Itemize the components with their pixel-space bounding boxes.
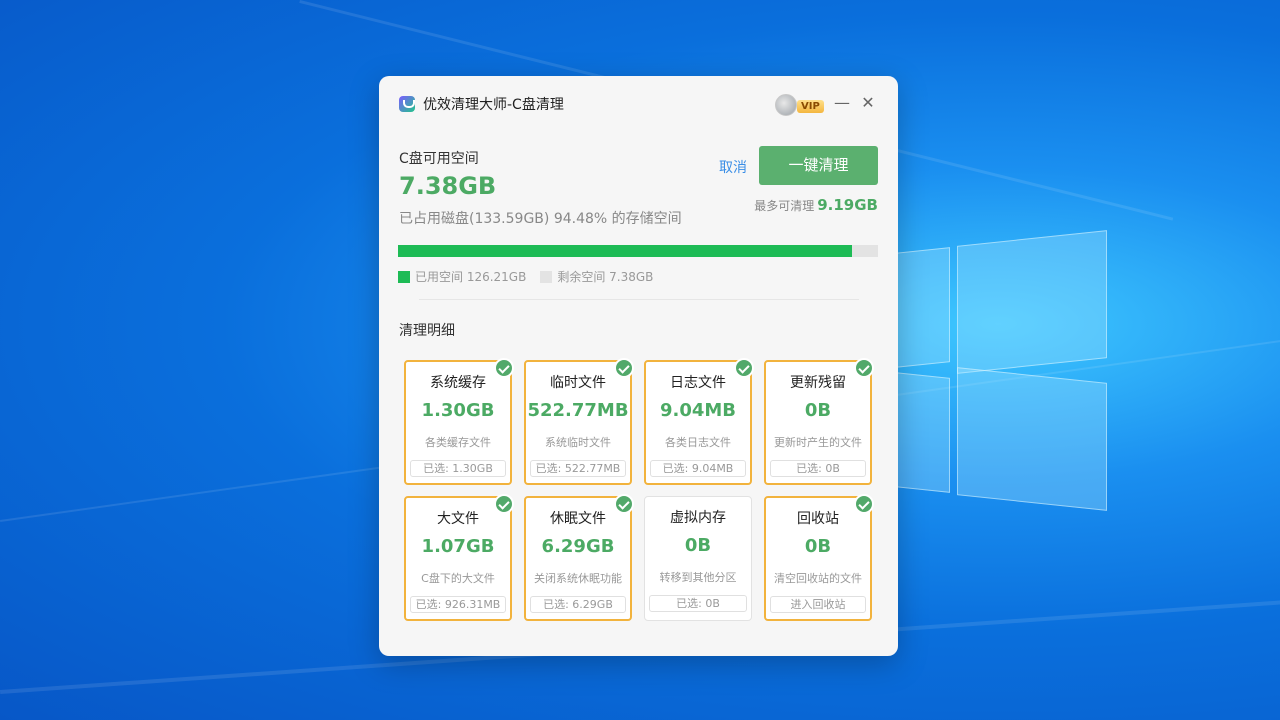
checkmark-icon[interactable] <box>494 358 514 378</box>
clean-item-size: 6.29GB <box>541 536 615 557</box>
clean-item-title: 日志文件 <box>670 375 726 391</box>
disk-usage-bar-fill <box>398 245 852 257</box>
clean-item-card[interactable]: 休眠文件 6.29GB 关闭系统休眠功能已选: 6.29GB <box>524 494 634 621</box>
clean-item-description: 各类缓存文件 <box>425 436 491 449</box>
space-label: C盘可用空间 <box>399 151 479 167</box>
clean-item-size: 1.07GB <box>421 536 495 557</box>
clean-item-selected-button[interactable]: 已选: 0B <box>649 595 747 612</box>
free-swatch <box>540 270 553 283</box>
clean-item-description: 清空回收站的文件 <box>774 572 862 585</box>
clean-item-card[interactable]: 日志文件 9.04MB 各类日志文件已选: 9.04MB <box>644 358 754 485</box>
windows-logo-icon <box>895 230 1115 520</box>
user-avatar[interactable] <box>775 94 797 116</box>
used-space-description: 已占用磁盘(133.59GB) 94.48% 的存储空间 <box>399 211 682 227</box>
max-clean-value: 9.19GB <box>817 196 878 214</box>
clean-item-title: 更新残留 <box>790 375 846 391</box>
free-space-value: 7.38GB <box>399 172 497 200</box>
clean-item-title: 系统缓存 <box>430 375 486 391</box>
details-title: 清理明细 <box>399 323 455 339</box>
clean-item-card[interactable]: 更新残留 0B 更新时产生的文件已选: 0B <box>764 358 874 485</box>
clean-item-description: 更新时产生的文件 <box>774 436 862 449</box>
clean-item-description: 关闭系统休眠功能 <box>534 572 622 585</box>
clean-item-title: 休眠文件 <box>550 511 606 527</box>
free-legend-label: 剩余空间 7.38GB <box>557 270 654 284</box>
clean-item-size: 0B <box>804 400 832 421</box>
clean-item-description: 转移到其他分区 <box>659 571 737 584</box>
clean-item-card[interactable]: 回收站 0B 清空回收站的文件进入回收站 <box>764 494 874 621</box>
clean-item-card[interactable]: 虚拟内存 0B 转移到其他分区已选: 0B <box>644 496 752 621</box>
clean-items-grid: 系统缓存 1.30GB 各类缓存文件已选: 1.30GB 临时文件 522.77MB 系统… <box>404 358 874 622</box>
divider <box>419 299 859 300</box>
clean-item-selected-button[interactable]: 已选: 926.31MB <box>410 596 506 613</box>
clean-item-size: 9.04MB <box>659 400 737 421</box>
checkmark-icon[interactable] <box>614 494 634 514</box>
title-bar: 优效清理大师-C盘清理 VIP — ✕ <box>379 76 898 132</box>
checkmark-icon[interactable] <box>494 494 514 514</box>
max-clean-info: 最多可清理 9.19GB <box>754 196 878 214</box>
checkmark-icon[interactable] <box>854 358 874 378</box>
vip-badge[interactable]: VIP <box>797 100 824 113</box>
clean-item-size: 522.77MB <box>527 400 629 421</box>
minimize-icon[interactable]: — <box>831 92 853 114</box>
clean-item-selected-button[interactable]: 已选: 1.30GB <box>410 460 506 477</box>
used-legend-label: 已用空间 126.21GB <box>415 270 527 284</box>
clean-item-size: 0B <box>804 536 832 557</box>
cancel-button[interactable]: 取消 <box>719 157 747 177</box>
disk-usage-bar <box>398 245 878 257</box>
one-click-clean-button[interactable]: 一键清理 <box>759 146 878 185</box>
clean-item-title: 大文件 <box>437 511 479 527</box>
checkmark-icon[interactable] <box>734 358 754 378</box>
clean-item-size: 1.30GB <box>421 400 495 421</box>
clean-item-selected-button[interactable]: 已选: 522.77MB <box>530 460 626 477</box>
app-logo-icon <box>399 96 415 112</box>
max-clean-label: 最多可清理 <box>754 199 815 213</box>
clean-item-card[interactable]: 临时文件 522.77MB 系统临时文件已选: 522.77MB <box>524 358 634 485</box>
disk-legend: 已用空间 126.21GB 剩余空间 7.38GB <box>398 268 653 285</box>
checkmark-icon[interactable] <box>614 358 634 378</box>
clean-item-card[interactable]: 大文件 1.07GB C盘下的大文件已选: 926.31MB <box>404 494 514 621</box>
clean-item-selected-button[interactable]: 已选: 0B <box>770 460 866 477</box>
clean-item-size: 0B <box>684 535 712 556</box>
window-title: 优效清理大师-C盘清理 <box>423 97 564 113</box>
cleaner-window: 优效清理大师-C盘清理 VIP — ✕ C盘可用空间 7.38GB 已占用磁盘(… <box>379 76 898 656</box>
clean-item-selected-button[interactable]: 已选: 9.04MB <box>650 460 746 477</box>
clean-item-selected-button[interactable]: 已选: 6.29GB <box>530 596 626 613</box>
clean-item-description: C盘下的大文件 <box>421 572 495 585</box>
clean-item-title: 虚拟内存 <box>670 510 726 526</box>
checkmark-icon[interactable] <box>854 494 874 514</box>
clean-item-card[interactable]: 系统缓存 1.30GB 各类缓存文件已选: 1.30GB <box>404 358 514 485</box>
used-swatch <box>398 270 410 283</box>
close-icon[interactable]: ✕ <box>857 92 879 114</box>
clean-item-title: 回收站 <box>797 511 839 527</box>
clean-item-title: 临时文件 <box>550 375 606 391</box>
clean-item-description: 各类日志文件 <box>665 436 731 449</box>
clean-item-description: 系统临时文件 <box>545 436 611 449</box>
clean-item-selected-button[interactable]: 进入回收站 <box>770 596 866 613</box>
